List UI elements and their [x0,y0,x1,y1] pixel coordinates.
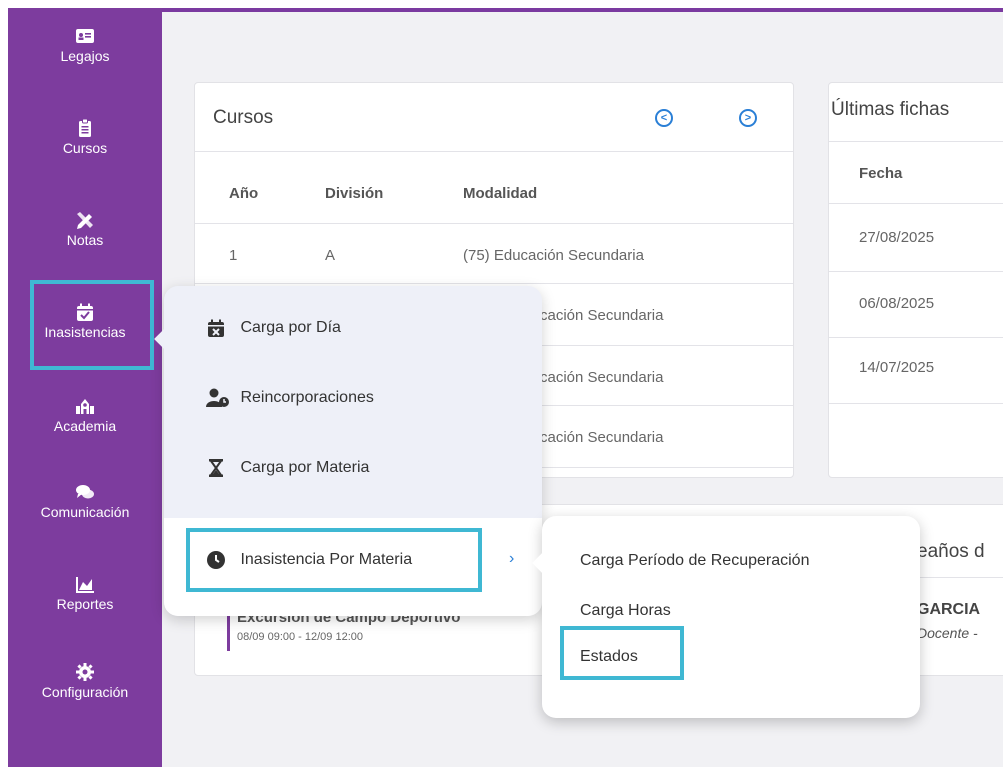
cell-modalidad: (75) Educación Secundaria [463,247,644,264]
sidebar-label: Comunicación [40,504,130,520]
cell-anio: 1 [229,247,238,264]
cell-modalidad: cación Secundaria [540,369,664,386]
divider [829,203,1003,204]
sidebar-item-cursos[interactable]: Cursos [8,118,162,156]
sidebar-label: Reportes [56,596,114,612]
menu-label: Carga por Materia [240,459,370,477]
sidebar-item-notas[interactable]: Notas [8,210,162,248]
cell-division: A [325,247,336,264]
clipboard-icon [79,118,91,137]
event-date: 08/09 09:00 - 12/09 12:00 [237,631,363,643]
fichas-title: Últimas fichas [831,99,950,120]
sidebar-item-academia[interactable]: Academia [8,396,162,434]
sidebar-label: Academia [53,418,117,434]
header-fecha: Fecha [859,165,903,182]
chat-bubbles-icon [76,485,94,499]
menu-label: Reincorporaciones [240,389,374,407]
area-chart-icon [76,577,94,593]
next-arrow-icon[interactable]: > [739,109,757,127]
menu-item-carga-horas[interactable]: Carga Horas [580,602,671,620]
fichas-card: Últimas fichas Fecha 27/08/2025 06/08/20… [828,82,1003,478]
sidebar-label: Legajos [60,48,110,64]
sidebar-item-legajos[interactable]: Legajos [8,26,162,64]
divider [829,141,1003,142]
cumple-title: eaños d [917,541,985,562]
menu-item-carga-periodo-recuperacion[interactable]: Carga Período de Recuperación [580,552,809,570]
sidebar-item-comunicacion[interactable]: Comunicación [8,482,162,520]
header-division: División [325,185,384,202]
highlight-inasistencias [30,280,154,370]
calendar-x-icon [208,319,224,337]
menu-item-reincorporaciones[interactable]: Reincorporaciones [206,388,374,408]
divider [829,271,1003,272]
sidebar-label: Cursos [62,140,108,156]
gear-icon [76,663,94,681]
app-window: Legajos Cursos Notas Inasistencias Acade… [8,8,1003,767]
sidebar: Legajos Cursos Notas Inasistencias Acade… [8,8,162,767]
ficha-date[interactable]: 06/08/2025 [859,295,934,312]
ficha-date[interactable]: 14/07/2025 [859,359,934,376]
sidebar-item-configuracion[interactable]: Configuración [8,662,162,700]
cell-modalidad: cación Secundaria [540,429,664,446]
prev-arrow-icon[interactable]: < [655,109,673,127]
cumple-name: GARCIA [917,601,981,618]
cumple-role: Docente - [917,625,978,641]
pencil-ruler-icon [77,212,93,229]
inasistencia-por-materia-submenu: Carga Período de Recuperación Carga Hora… [532,516,920,718]
sidebar-item-reportes[interactable]: Reportes [8,574,162,612]
chevron-right-icon[interactable]: › [509,550,514,568]
cell-modalidad: cación Secundaria [540,307,664,324]
divider [829,403,1003,404]
menu-label: Carga por Día [240,319,341,337]
divider [195,151,793,152]
divider [829,337,1003,338]
menu-item-carga-por-materia[interactable]: Carga por Materia [206,458,369,478]
cursos-title: Cursos [213,107,274,128]
sidebar-label: Notas [66,232,104,248]
header-anio: Año [229,185,259,202]
highlight-inasistencia-por-materia [186,528,482,592]
user-clock-icon [206,388,229,407]
hourglass-icon [209,459,223,477]
divider [195,283,793,284]
ficha-date[interactable]: 27/08/2025 [859,229,934,246]
header-modalidad: Modalidad [463,185,538,202]
highlight-estados [560,626,684,680]
inasistencias-submenu: Carga por Día Reincorporaciones Carga po… [154,286,542,616]
id-card-icon [76,29,94,43]
divider [195,223,793,224]
menu-item-carga-por-dia[interactable]: Carga por Día [206,318,341,338]
sidebar-label: Configuración [41,684,129,700]
school-icon [76,399,94,414]
